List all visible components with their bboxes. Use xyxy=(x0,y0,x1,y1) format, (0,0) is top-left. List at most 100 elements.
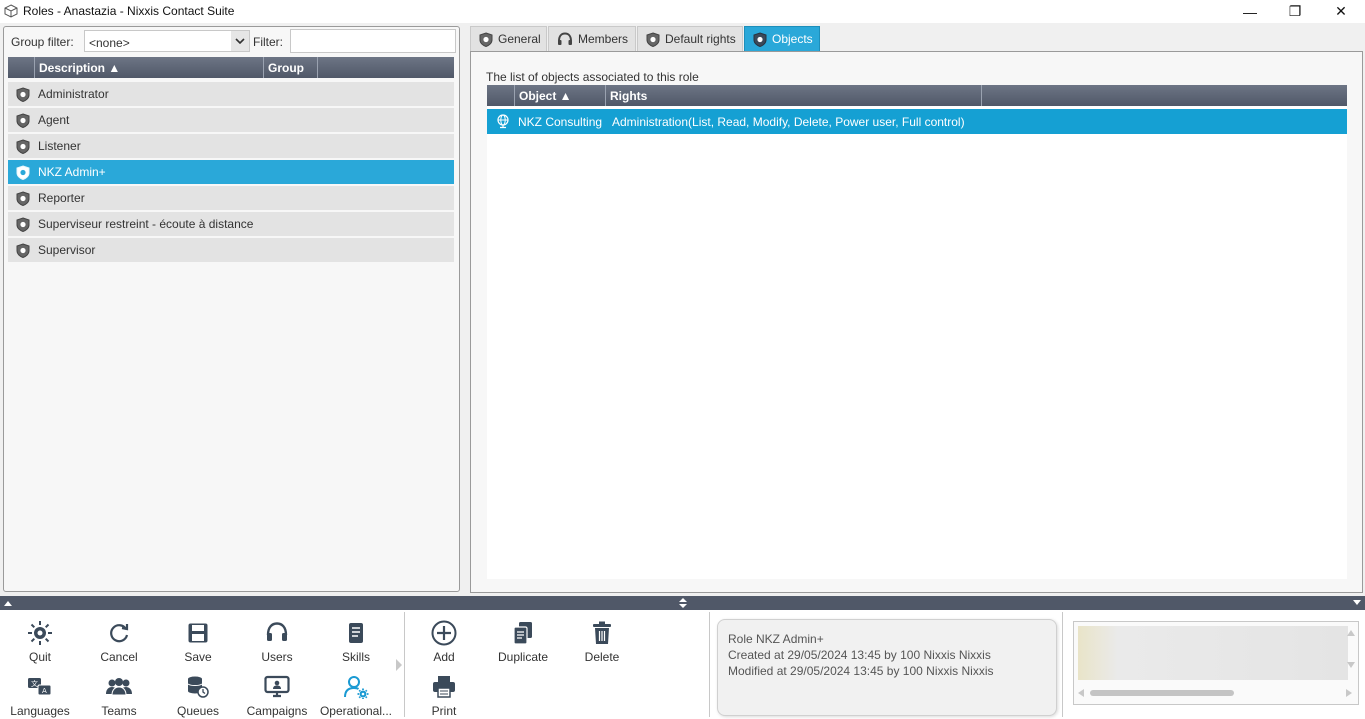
add-label: Add xyxy=(433,650,455,664)
quit-button[interactable]: Quit xyxy=(0,614,80,664)
scroll-left-icon[interactable] xyxy=(1078,689,1084,697)
skills-label: Skills xyxy=(341,650,370,664)
preview-scrollbar[interactable] xyxy=(1078,688,1352,698)
restore-button[interactable]: ❐ xyxy=(1272,0,1318,23)
tab-general[interactable]: General xyxy=(470,26,547,51)
trash-icon xyxy=(588,620,616,646)
tab-default-rights-label: Default rights xyxy=(665,32,736,46)
languages-label: Languages xyxy=(10,704,70,718)
headset-icon xyxy=(558,31,572,45)
info-created: Created at 29/05/2024 13:45 by 100 Nixxi… xyxy=(728,648,991,662)
scroll-down-icon[interactable] xyxy=(1347,662,1355,668)
roles-panel: Group filter: <none> Filter: Description… xyxy=(3,26,460,592)
minimize-icon: — xyxy=(1243,3,1257,20)
panel-splitter[interactable] xyxy=(0,596,1365,610)
role-row-selected[interactable]: NKZ Admin+ xyxy=(8,160,454,184)
languages-button[interactable]: 文A Languages xyxy=(0,668,80,718)
cancel-button[interactable]: Cancel xyxy=(79,614,159,664)
save-label: Save xyxy=(184,650,212,664)
filter-input[interactable] xyxy=(290,29,456,53)
group-filter-combo[interactable]: <none> xyxy=(84,30,250,52)
role-label: NKZ Admin+ xyxy=(38,165,106,179)
row-header-column xyxy=(487,85,515,106)
object-column-header[interactable]: Object ▲ xyxy=(515,85,606,106)
scroll-thumb[interactable] xyxy=(1090,690,1234,696)
object-row[interactable]: NKZ Consulting Administration(List, Read… xyxy=(487,109,1347,134)
print-button[interactable]: Print xyxy=(404,668,484,718)
role-row[interactable]: Listener xyxy=(8,134,454,158)
more-arrow-icon[interactable] xyxy=(395,658,403,672)
print-label: Print xyxy=(431,704,457,718)
skills-button[interactable]: Skills xyxy=(316,614,396,664)
roles-grid-header: Description ▲ Group xyxy=(8,57,454,78)
printer-icon xyxy=(430,674,458,700)
role-label: Listener xyxy=(38,139,81,153)
info-role-name: Role NKZ Admin+ xyxy=(728,632,824,646)
group-filter-label: Group filter: xyxy=(11,35,74,49)
group-filter-value: <none> xyxy=(89,36,130,50)
resize-grip-icon[interactable] xyxy=(679,597,687,609)
skills-icon xyxy=(342,620,370,646)
filter-label: Filter: xyxy=(253,35,283,49)
tab-objects[interactable]: Objects xyxy=(744,26,820,51)
add-button[interactable]: Add xyxy=(404,614,484,664)
rights-column-header[interactable]: Rights xyxy=(606,85,982,106)
shield-icon xyxy=(8,186,38,210)
teams-button[interactable]: Teams xyxy=(79,668,159,718)
campaigns-button[interactable]: Campaigns xyxy=(237,668,317,718)
queues-button[interactable]: Queues xyxy=(158,668,238,718)
queues-label: Queues xyxy=(176,704,220,718)
app-cube-icon xyxy=(4,4,18,18)
minimize-button[interactable]: — xyxy=(1227,0,1273,23)
object-rights: Administration(List, Read, Modify, Delet… xyxy=(612,114,965,129)
restore-icon: ❐ xyxy=(1288,3,1302,19)
shield-icon xyxy=(8,238,38,262)
group-column-header[interactable]: Group xyxy=(264,57,318,78)
role-row[interactable]: Agent xyxy=(8,108,454,132)
queues-icon xyxy=(184,674,212,700)
objects-grid-header: Object ▲ Rights xyxy=(487,85,1347,106)
role-row[interactable]: Reporter xyxy=(8,186,454,210)
add-icon xyxy=(430,620,458,646)
shield-icon xyxy=(8,108,38,132)
delete-label: Delete xyxy=(584,650,620,664)
duplicate-icon xyxy=(509,620,537,646)
shield-icon xyxy=(646,31,660,47)
description-column-header[interactable]: Description ▲ xyxy=(35,57,264,78)
objects-grid: Object ▲ Rights NKZ Consulting Administr… xyxy=(487,85,1347,579)
role-row[interactable]: Administrator xyxy=(8,82,454,106)
tab-default-rights[interactable]: Default rights xyxy=(637,26,743,51)
collapse-down-icon[interactable] xyxy=(1353,600,1361,606)
tab-members[interactable]: Members xyxy=(548,26,636,51)
save-button[interactable]: Save xyxy=(158,614,238,664)
chevron-down-icon[interactable] xyxy=(231,31,249,51)
role-row[interactable]: Superviseur restreint - écoute à distanc… xyxy=(8,212,454,236)
filler-column xyxy=(982,85,1347,106)
save-icon xyxy=(184,620,212,646)
close-button[interactable]: ✕ xyxy=(1318,0,1364,23)
info-modified: Modified at 29/05/2024 13:45 by 100 Nixx… xyxy=(728,664,994,678)
collapse-up-icon[interactable] xyxy=(4,600,12,606)
operational-button[interactable]: Operational... xyxy=(316,668,396,718)
globe-icon xyxy=(487,114,518,129)
role-row[interactable]: Supervisor xyxy=(8,238,454,262)
role-label: Reporter xyxy=(38,191,85,205)
role-label: Agent xyxy=(38,113,70,127)
duplicate-button[interactable]: Duplicate xyxy=(483,614,563,664)
record-info-card: Role NKZ Admin+ Created at 29/05/2024 13… xyxy=(717,619,1057,716)
role-label: Supervisor xyxy=(38,243,96,257)
operational-label: Operational... xyxy=(319,704,393,718)
scroll-right-icon[interactable] xyxy=(1346,689,1352,697)
window-title: Roles - Anastazia - Nixxis Contact Suite xyxy=(23,4,235,18)
tab-general-label: General xyxy=(498,32,541,46)
duplicate-label: Duplicate xyxy=(497,650,549,664)
toolbar-separator xyxy=(709,612,710,717)
shield-icon xyxy=(8,82,38,106)
scroll-up-icon[interactable] xyxy=(1347,630,1355,636)
svg-text:文: 文 xyxy=(31,679,38,688)
shield-icon xyxy=(8,160,38,184)
delete-button[interactable]: Delete xyxy=(562,614,642,664)
preview-image xyxy=(1078,626,1348,680)
languages-icon: 文A xyxy=(26,674,54,700)
users-button[interactable]: Users xyxy=(237,614,317,664)
